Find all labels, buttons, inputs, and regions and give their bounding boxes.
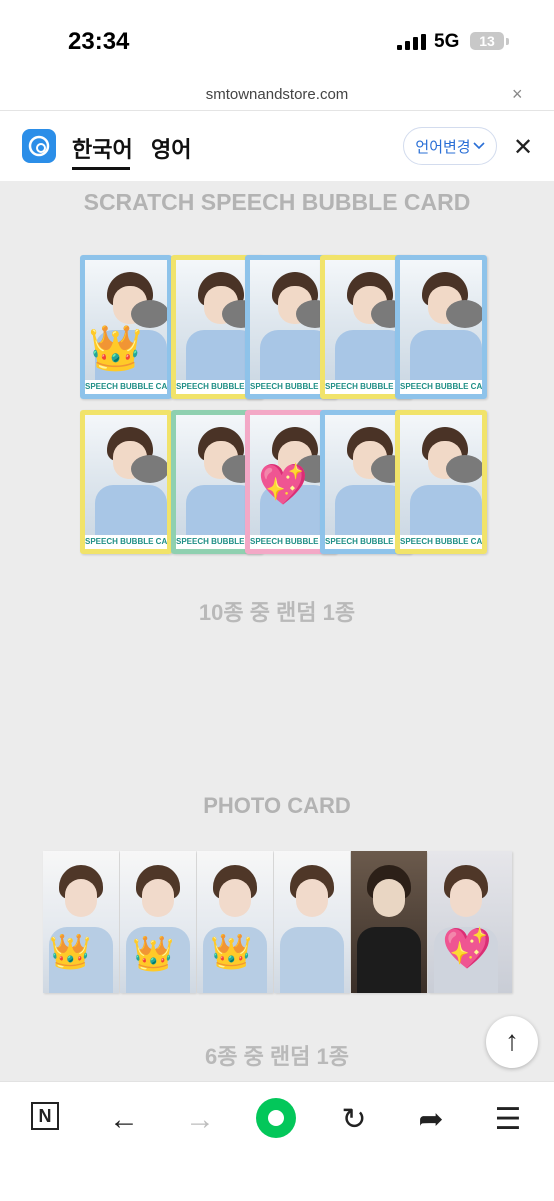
photo-card bbox=[428, 851, 512, 993]
battery-tip bbox=[506, 38, 509, 45]
menu-icon[interactable]: ☰ bbox=[488, 1100, 528, 1140]
signal-icon bbox=[397, 34, 426, 50]
heart-emoji: 💖 bbox=[258, 463, 308, 507]
forward-arrow-icon[interactable]: → bbox=[180, 1100, 220, 1140]
page-content: SCRATCH SPEECH BUBBLE CARD SPEECH BUBBLE… bbox=[0, 181, 554, 1081]
back-arrow-icon[interactable]: ← bbox=[104, 1100, 144, 1140]
crown-emoji: 👑 bbox=[210, 933, 253, 971]
address-bar[interactable]: smtownandstore.com × bbox=[0, 80, 554, 111]
translate-logo-icon bbox=[22, 129, 56, 163]
crown-emoji: 👑 bbox=[132, 935, 175, 973]
scratch-card: SPEECH BUBBLE CARD bbox=[395, 255, 487, 399]
crown-emoji: 👑 bbox=[88, 324, 143, 373]
tab-english[interactable]: 영어 bbox=[151, 132, 191, 164]
scratch-card: SPEECH BUBBLE CARD bbox=[395, 410, 487, 554]
battery-icon: 13 bbox=[470, 32, 504, 50]
tab-active-indicator bbox=[72, 167, 130, 170]
card-footer: SPEECH BUBBLE CARD bbox=[85, 380, 167, 394]
language-bar: 한국어 영어 언어변경 ✕ bbox=[0, 111, 554, 181]
scroll-top-button[interactable]: ↑ bbox=[486, 1016, 538, 1068]
section-title-scratch: SCRATCH SPEECH BUBBLE CARD bbox=[83, 189, 471, 215]
card-footer: SPEECH BUBBLE CARD bbox=[400, 535, 482, 549]
n-icon[interactable]: N bbox=[31, 1102, 59, 1130]
green-dot-icon[interactable] bbox=[256, 1098, 296, 1138]
photo-card bbox=[274, 851, 350, 993]
card-footer: SPEECH BUBBLE CARD bbox=[400, 380, 482, 394]
close-icon[interactable]: × bbox=[512, 84, 523, 105]
clock: 23:34 bbox=[68, 28, 130, 55]
section-subtitle-scratch: 10종 중 랜덤 1종 bbox=[198, 600, 356, 625]
translate-glyph-icon bbox=[28, 135, 50, 157]
status-bar: 23:34 5G 13 bbox=[0, 0, 554, 80]
browser-toolbar: N ← → ↻ ➦ ☰ bbox=[0, 1081, 554, 1201]
change-language-button[interactable]: 언어변경 bbox=[403, 127, 497, 165]
refresh-icon[interactable]: ↻ bbox=[334, 1100, 374, 1140]
scratch-card: SPEECH BUBBLE CARD bbox=[80, 410, 172, 554]
section-subtitle-photo: 6종 중 랜덤 1종 bbox=[204, 1044, 349, 1069]
heart-emoji: 💖 bbox=[442, 927, 492, 971]
section-title-photo: PHOTO CARD bbox=[203, 793, 351, 818]
close-translate-button[interactable]: ✕ bbox=[513, 133, 533, 162]
crown-emoji: 👑 bbox=[49, 933, 92, 971]
url-text[interactable]: smtownandstore.com bbox=[0, 86, 554, 103]
photo-card bbox=[197, 851, 273, 993]
change-language-label: 언어변경 bbox=[415, 138, 471, 156]
chevron-down-icon bbox=[473, 142, 485, 150]
network-label: 5G bbox=[434, 31, 460, 52]
photo-card bbox=[351, 851, 427, 993]
tab-korean[interactable]: 한국어 bbox=[72, 132, 133, 164]
photo-card bbox=[43, 851, 119, 993]
card-footer: SPEECH BUBBLE CARD bbox=[85, 535, 167, 549]
share-icon[interactable]: ➦ bbox=[411, 1100, 451, 1140]
